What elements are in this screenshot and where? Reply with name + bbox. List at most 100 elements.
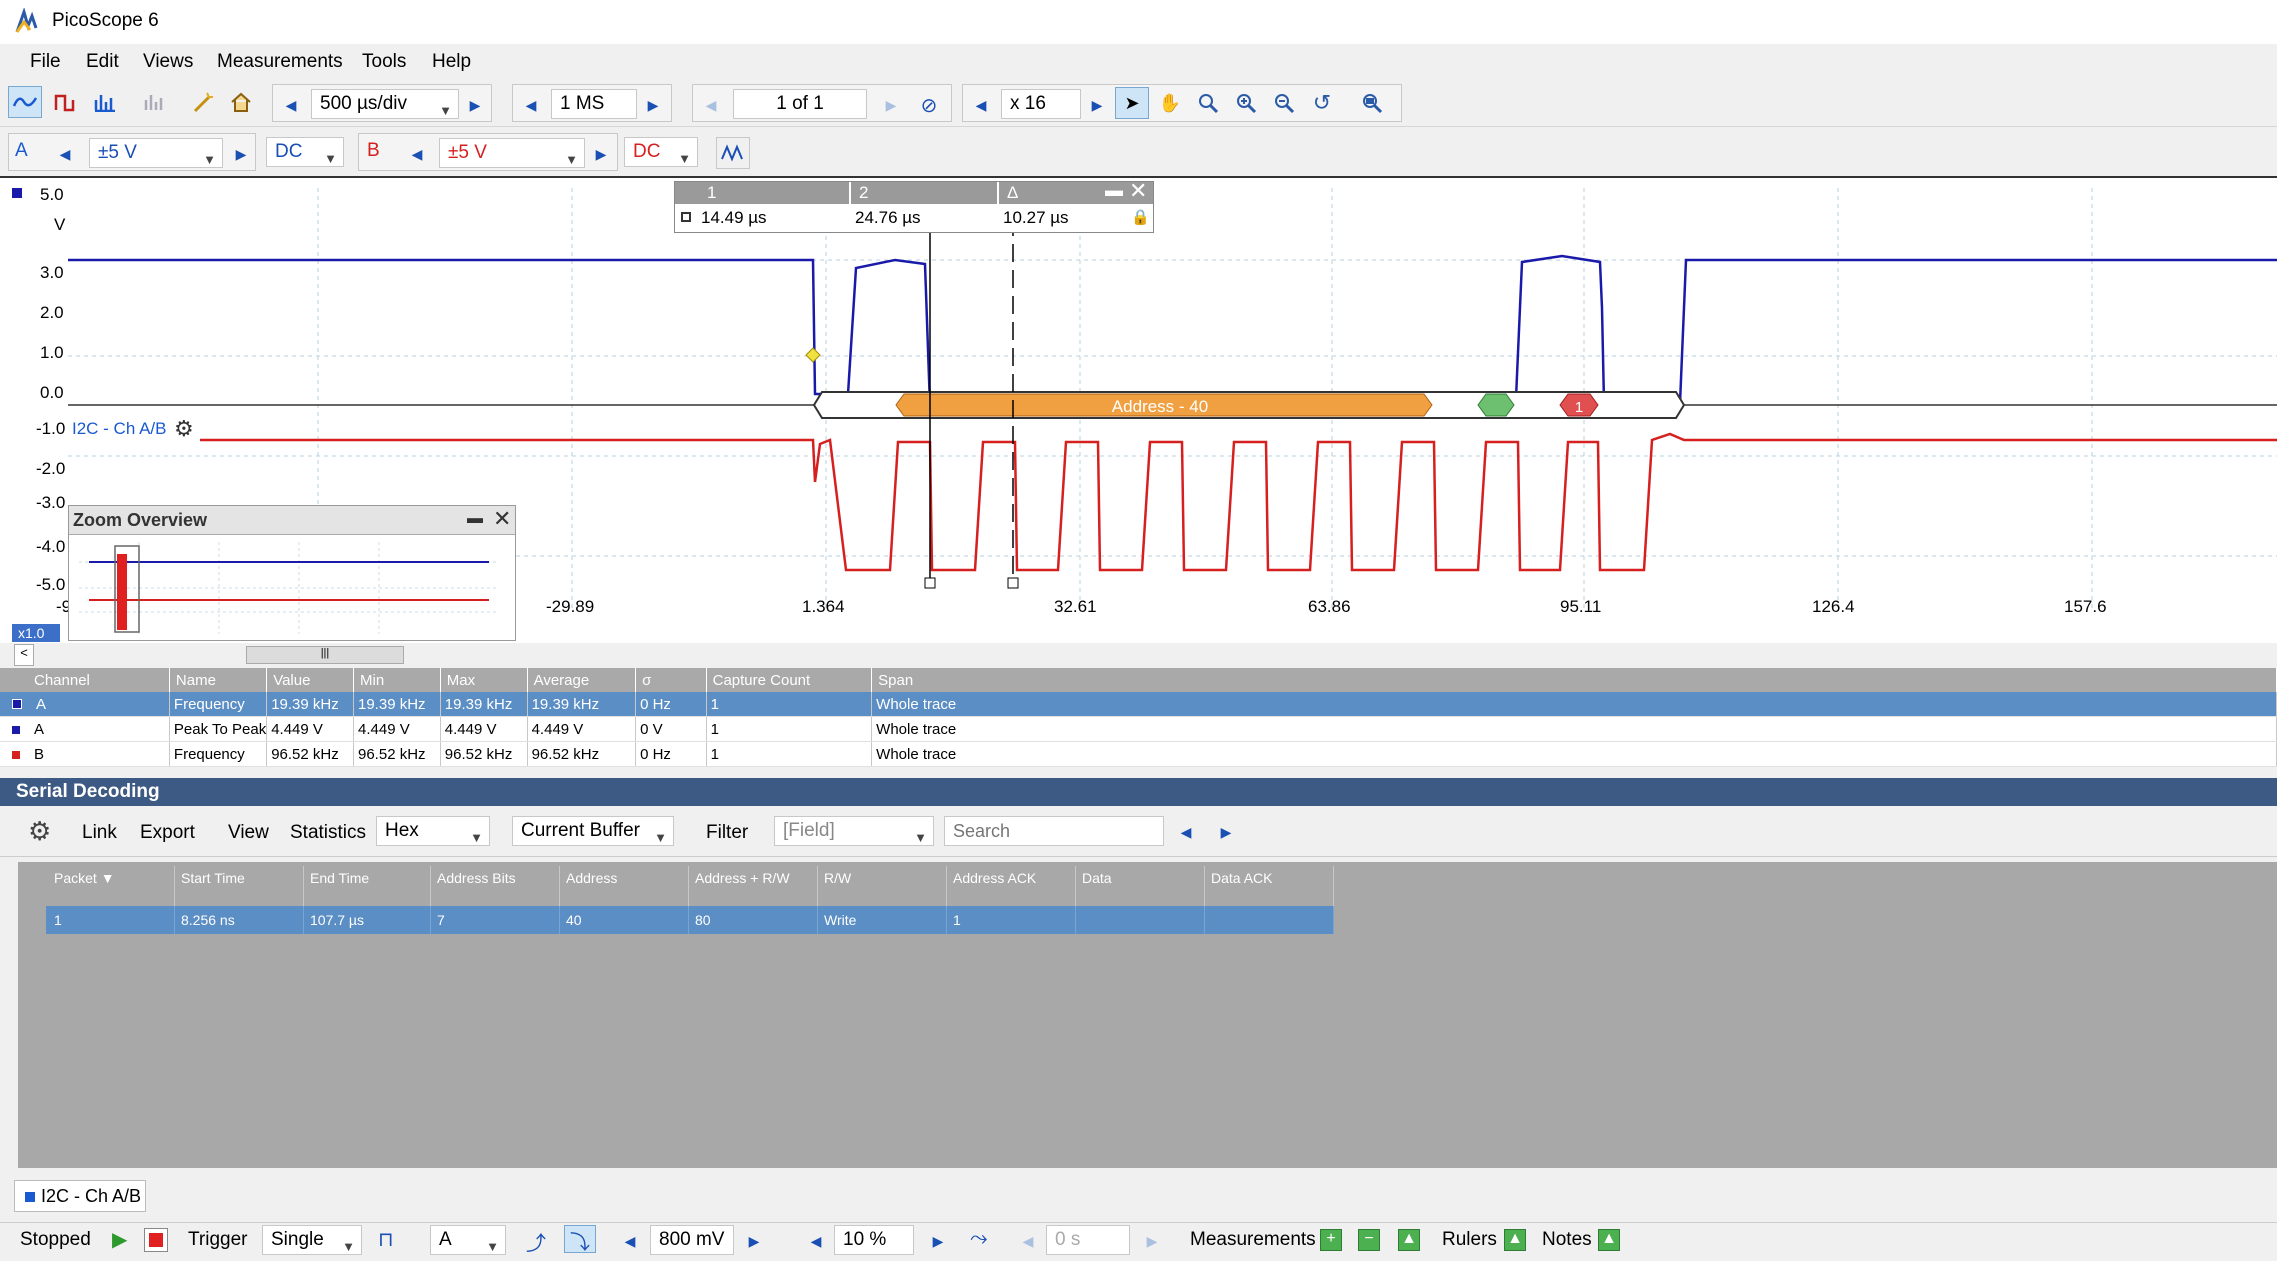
samples-next-icon[interactable]: ▶	[641, 93, 665, 117]
auto-setup-button[interactable]	[186, 86, 220, 118]
menu-tools[interactable]: Tools	[362, 51, 406, 73]
add-measurement-icon[interactable]: +	[1320, 1229, 1342, 1251]
channel-a-range-prev-icon[interactable]: ◀	[53, 142, 77, 166]
delay-next-icon[interactable]: ▶	[1140, 1229, 1164, 1253]
channel-a-range-next-icon[interactable]: ▶	[229, 142, 253, 166]
col-header[interactable]: Address ACK	[946, 866, 1076, 906]
measurement-row[interactable]: A Frequency 19.39 kHz 19.39 kHz 19.39 kH…	[0, 692, 2277, 717]
zoom-window-button[interactable]	[1191, 87, 1225, 119]
decoder-tab-i2c[interactable]: I2C - Ch A/B	[14, 1180, 146, 1212]
zoom-out-button[interactable]	[1267, 87, 1301, 119]
col-header[interactable]: Address + R/W	[688, 866, 818, 906]
search-prev-icon[interactable]: ◀	[1174, 820, 1198, 844]
zoom-next-icon[interactable]: ▶	[1085, 93, 1109, 117]
start-capture-icon[interactable]: ▶	[112, 1227, 127, 1252]
col-header[interactable]: Min	[353, 668, 441, 692]
decode-settings-gear-icon[interactable]: ⚙	[174, 416, 194, 441]
close-icon[interactable]: ✕	[1129, 178, 1147, 204]
level-next-icon[interactable]: ▶	[742, 1229, 766, 1253]
serial-settings-gear-icon[interactable]: ⚙	[28, 816, 51, 847]
serial-packet-row[interactable]: 1 8.256 ns 107.7 µs 7 40 80 Write 1	[46, 906, 1334, 934]
select-tool-button[interactable]: ➤	[1115, 87, 1149, 119]
trigger-channel-select[interactable]: A ▼	[430, 1225, 506, 1255]
col-header[interactable]: Channel	[0, 668, 170, 692]
edit-measurement-icon[interactable]: ▲	[1398, 1229, 1420, 1251]
ruler-2-handle[interactable]	[1007, 577, 1019, 589]
channel-a-label[interactable]: A	[15, 140, 28, 162]
statistics-button[interactable]: Statistics	[290, 822, 366, 844]
minimize-icon[interactable]: ▬	[467, 510, 483, 528]
buffer-indicator[interactable]: 1 of 1	[733, 89, 867, 119]
compass-icon[interactable]: ⊘	[917, 93, 941, 117]
col-header[interactable]: Packet ▼	[46, 866, 175, 906]
pretrigger-next-icon[interactable]: ▶	[926, 1229, 950, 1253]
col-header[interactable]: Start Time	[174, 866, 304, 906]
col-header[interactable]: Span	[871, 668, 2277, 692]
scope-mode-button[interactable]	[8, 86, 42, 118]
delay-field[interactable]: 0 s	[1046, 1225, 1130, 1255]
col-header[interactable]: Value	[266, 668, 354, 692]
col-header[interactable]: σ	[635, 668, 707, 692]
col-header[interactable]: Data	[1075, 866, 1205, 906]
scroll-left-icon[interactable]: <	[14, 644, 34, 666]
undo-zoom-button[interactable]: ↺	[1305, 87, 1339, 119]
menu-help[interactable]: Help	[432, 51, 471, 73]
zoom-in-button[interactable]	[1229, 87, 1263, 119]
level-prev-icon[interactable]: ◀	[618, 1229, 642, 1253]
notes-toggle-icon[interactable]: ▲	[1598, 1229, 1620, 1251]
hand-tool-button[interactable]: ✋	[1153, 87, 1187, 119]
trigger-mode-select[interactable]: Single ▼	[262, 1225, 362, 1255]
zoom-field[interactable]: x 16	[1001, 89, 1081, 119]
post-trigger-delay-icon[interactable]: ⤳	[970, 1225, 988, 1251]
col-header[interactable]: End Time	[303, 866, 431, 906]
lock-icon[interactable]: 🔒	[1131, 208, 1150, 226]
col-header[interactable]: Address Bits	[430, 866, 560, 906]
export-button[interactable]: Export	[140, 822, 195, 844]
zoom-to-fit-button[interactable]	[1355, 87, 1389, 119]
spectrum-mode-button[interactable]	[88, 86, 122, 118]
measurement-row[interactable]: A Peak To Peak 4.449 V 4.449 V 4.449 V 4…	[0, 716, 2277, 742]
ruler-1-handle[interactable]	[924, 577, 936, 589]
pretrigger-prev-icon[interactable]: ◀	[804, 1229, 828, 1253]
col-header[interactable]: Capture Count	[706, 668, 873, 692]
menu-views[interactable]: Views	[143, 51, 193, 73]
link-button[interactable]: Link	[82, 822, 117, 844]
rulers-settings-icon[interactable]: ▲	[1504, 1229, 1526, 1251]
col-header[interactable]: Max	[440, 668, 528, 692]
remove-measurement-icon[interactable]: −	[1358, 1229, 1380, 1251]
trigger-marker-icon[interactable]	[805, 347, 821, 363]
menu-measurements[interactable]: Measurements	[217, 51, 343, 73]
samples-select[interactable]: 1 MS	[551, 89, 637, 119]
trigger-level-field[interactable]: 800 mV	[650, 1225, 734, 1255]
channel-b-label[interactable]: B	[367, 140, 380, 162]
timebase-next-icon[interactable]: ▶	[463, 93, 487, 117]
spectrum-options-button[interactable]	[138, 86, 172, 118]
channel-a-coupling-select[interactable]: DC ▼	[266, 137, 344, 167]
view-button[interactable]: View	[228, 822, 269, 844]
delay-prev-icon[interactable]: ◀	[1016, 1229, 1040, 1253]
channel-a-range-select[interactable]: ±5 V ▼	[89, 138, 223, 168]
pretrigger-field[interactable]: 10 %	[834, 1225, 914, 1255]
minimize-icon[interactable]: ▬	[1105, 180, 1123, 201]
channel-options-button[interactable]	[716, 137, 750, 169]
search-input[interactable]	[944, 816, 1164, 846]
field-select[interactable]: [Field] ▼	[774, 816, 934, 846]
channel-b-range-prev-icon[interactable]: ◀	[405, 142, 429, 166]
scroll-thumb[interactable]: |||	[246, 646, 404, 664]
zoom-prev-icon[interactable]: ◀	[969, 93, 993, 117]
channel-b-range-next-icon[interactable]: ▶	[589, 142, 613, 166]
scope-hscrollbar[interactable]: < |||	[0, 644, 2277, 666]
col-header[interactable]: Data ACK	[1204, 866, 1334, 906]
falling-edge-icon[interactable]: ⤵	[564, 1225, 596, 1254]
zoom-overview-thumbnail[interactable]	[79, 542, 499, 634]
zoom-overview-panel[interactable]: Zoom Overview ▬ ✕	[68, 505, 516, 641]
col-header[interactable]: Name	[169, 668, 268, 692]
channel-b-coupling-select[interactable]: DC ▼	[624, 137, 698, 167]
filter-button[interactable]: Filter	[706, 822, 748, 844]
rising-edge-icon[interactable]: ⤴	[526, 1227, 546, 1256]
advanced-trigger-icon[interactable]: ⊓	[378, 1227, 394, 1252]
timebase-prev-icon[interactable]: ◀	[279, 93, 303, 117]
default-setup-button[interactable]	[224, 86, 258, 118]
col-header[interactable]: R/W	[817, 866, 947, 906]
menu-edit[interactable]: Edit	[86, 51, 119, 73]
